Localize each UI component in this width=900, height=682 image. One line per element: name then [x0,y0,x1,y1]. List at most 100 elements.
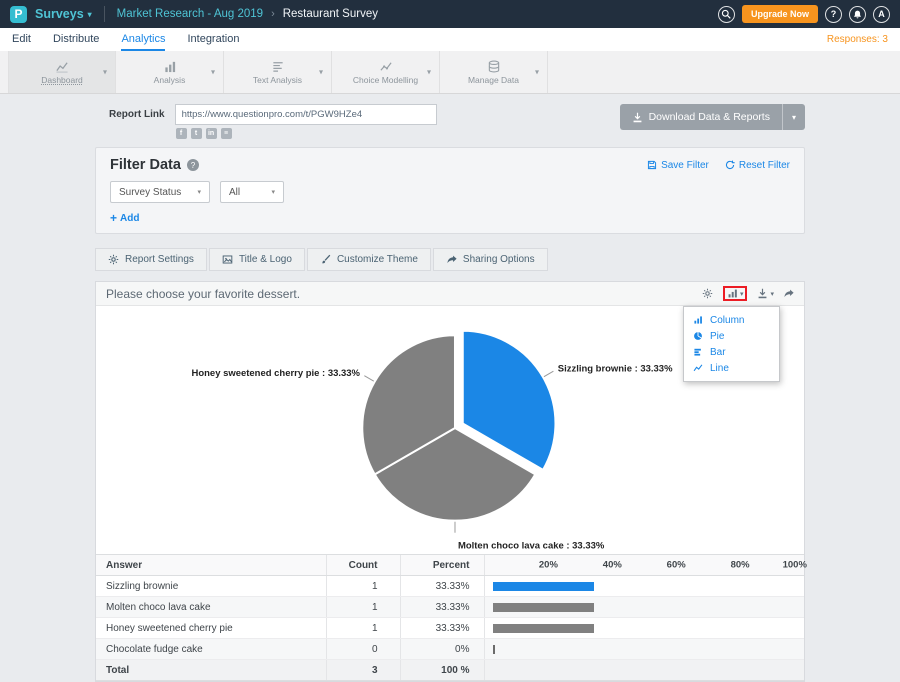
result-bar [493,582,594,591]
report-link-label: Report Link [109,109,165,120]
table-row: Molten choco lava cake133.33% [96,597,804,618]
share-forward-icon [783,288,794,299]
share-chart-button[interactable] [783,288,794,299]
text-analysis-icon [271,60,285,73]
tab-report-settings[interactable]: Report Settings [95,248,207,271]
report-link-group: f t in ≡ [175,104,437,139]
total-row: Total 3 100 % [96,660,804,681]
table-row: Chocolate fudge cake00% [96,639,804,660]
menu-item-pie[interactable]: Pie [684,328,779,344]
download-main[interactable]: Download Data & Reports [620,104,782,130]
status-value-select[interactable]: All ▾ [220,181,284,203]
result-bar [493,624,594,633]
menu-item-label: Bar [710,347,726,358]
embed-list-icon[interactable]: ≡ [221,128,232,139]
survey-menu: Edit Distribute Analytics Integration Re… [0,28,900,51]
brush-icon [320,254,331,265]
header-percent: Percent [400,555,484,576]
menu-analytics[interactable]: Analytics [121,28,165,51]
line-chart-icon [693,363,703,373]
tab-sharing-options[interactable]: Sharing Options [433,248,548,271]
menu-item-label: Line [710,363,729,374]
chevron-down-icon: ▾ [740,290,744,298]
chevron-down-icon[interactable]: ▾ [535,68,539,77]
tab-label: Title & Logo [239,254,292,265]
tab-analysis[interactable]: Analysis ▾ [116,51,224,93]
results-table: Answer Count Percent 20% 40% 60% 80% 100… [96,554,804,681]
notifications-button[interactable] [849,6,866,23]
twitter-icon[interactable]: t [191,128,202,139]
chart-settings-button[interactable] [702,288,713,299]
total-label-cell: Total [96,660,326,681]
tab-title-logo[interactable]: Title & Logo [209,248,305,271]
chevron-down-icon[interactable]: ▾ [427,68,431,77]
tab-label: Customize Theme [337,254,418,265]
avatar[interactable]: A [873,6,890,23]
filter-actions: Save Filter Reset Filter [647,160,790,171]
add-filter-link[interactable]: + Add [110,211,139,225]
tab-label: Analysis [154,75,186,85]
bar-cell [484,597,804,618]
scale-label: 60% [667,560,686,571]
scale-label: 100% [783,560,807,571]
result-bar [493,645,495,654]
responses-count[interactable]: Responses: 3 [827,34,888,45]
table-header-row: Answer Count Percent 20% 40% 60% 80% 100… [96,555,804,576]
filter-controls: Survey Status ▾ All ▾ [110,181,790,203]
top-navbar: P Surveys ▾ Market Research - Aug 2019 ›… [0,0,900,28]
select-value: Survey Status [119,187,181,198]
menu-item-column[interactable]: Column [684,312,779,328]
reset-icon [725,160,735,170]
questionpro-logo[interactable]: P [10,6,27,23]
tab-choice-modelling[interactable]: Choice Modelling ▾ [332,51,440,93]
tab-manage-data[interactable]: Manage Data ▾ [440,51,548,93]
report-config-tabs: Report Settings Title & Logo Customize T… [95,248,805,271]
divider [104,6,105,22]
report-link-input[interactable] [175,104,437,125]
reset-filter-link[interactable]: Reset Filter [725,160,790,171]
total-percent-cell: 100 % [400,660,484,681]
save-filter-link[interactable]: Save Filter [647,160,709,171]
pie-label-line [544,371,553,376]
download-data-reports-button[interactable]: Download Data & Reports ▾ [620,104,805,130]
facebook-icon[interactable]: f [176,128,187,139]
chevron-down-icon[interactable]: ▾ [319,68,323,77]
menu-item-line[interactable]: Line [684,360,779,376]
table-row: Sizzling brownie133.33% [96,576,804,597]
analytics-toolbar: Dashboard ▾ Analysis ▾ Text Analysis ▾ C… [0,51,900,94]
chart-type-menu: Column Pie Bar Line [683,306,780,382]
download-options-caret[interactable]: ▾ [782,104,805,130]
download-chart-button[interactable]: ▾ [757,288,774,299]
navbar-left: P Surveys ▾ Market Research - Aug 2019 ›… [10,6,378,23]
database-icon [487,60,501,73]
tab-text-analysis[interactable]: Text Analysis ▾ [224,51,332,93]
upgrade-now-button[interactable]: Upgrade Now [742,5,818,23]
tab-label: Manage Data [468,75,519,85]
chart-type-button[interactable]: ▾ [723,286,748,301]
menu-edit[interactable]: Edit [12,28,31,51]
question-title: Please choose your favorite dessert. [106,287,300,301]
chevron-down-icon[interactable]: ▾ [211,68,215,77]
menu-item-label: Pie [710,331,724,342]
help-button[interactable]: ? [825,6,842,23]
search-button[interactable] [718,6,735,23]
share-forward-icon [446,254,457,265]
total-count-cell: 3 [326,660,400,681]
surveys-product-menu[interactable]: Surveys ▾ [35,7,92,21]
menu-item-bar[interactable]: Bar [684,344,779,360]
dashboard-content: Report Link f t in ≡ Download Data & Rep… [0,94,900,682]
percent-cell: 0% [400,639,484,660]
report-link-section: Report Link f t in ≡ Download Data & Rep… [95,104,805,139]
question-card-header: Please choose your favorite dessert. ▾ ▾ [96,282,804,306]
filter-help-icon[interactable]: ? [187,159,199,171]
tab-customize-theme[interactable]: Customize Theme [307,248,431,271]
menu-distribute[interactable]: Distribute [53,28,99,51]
percent-cell: 33.33% [400,618,484,639]
survey-status-select[interactable]: Survey Status ▾ [110,181,210,203]
chevron-down-icon: ▾ [770,290,774,298]
linkedin-icon[interactable]: in [206,128,217,139]
breadcrumb-folder-link[interactable]: Market Research - Aug 2019 [117,8,263,20]
chevron-down-icon[interactable]: ▾ [103,68,107,77]
menu-integration[interactable]: Integration [187,28,239,51]
tab-dashboard[interactable]: Dashboard ▾ [8,51,116,93]
